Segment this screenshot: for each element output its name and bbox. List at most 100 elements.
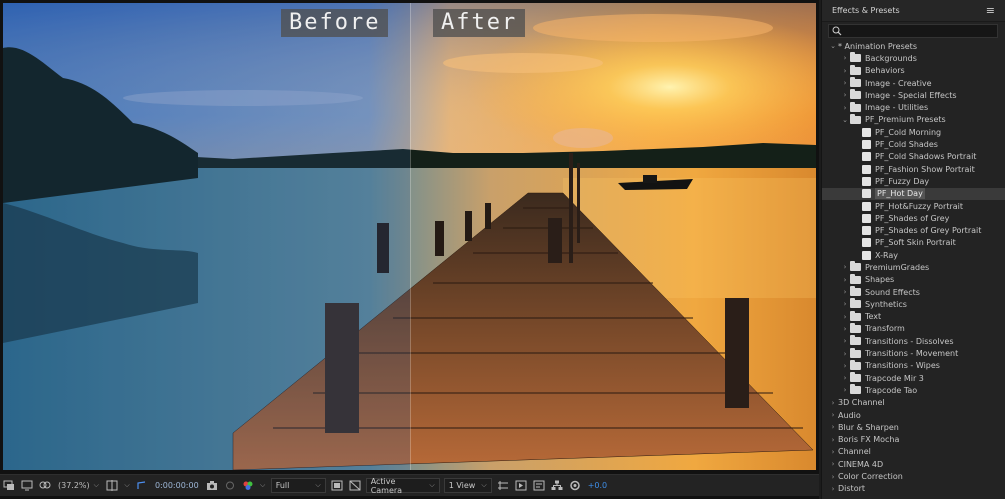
collapsed-triangle-icon[interactable]: › [840,362,850,370]
folder-item[interactable]: › Image - Special Effects [822,89,1005,101]
hamburger-menu-icon[interactable]: ≡ [986,4,995,17]
folder-item[interactable]: › Sound Effects [822,286,1005,298]
safe-margins-icon[interactable] [105,478,119,494]
preset-item[interactable]: PF_Fuzzy Day [822,175,1005,187]
preset-item[interactable]: PF_Soft Skin Portrait [822,237,1005,249]
monitor-icon[interactable] [20,478,34,494]
folder-item[interactable]: ⌄ PF_Premium Presets [822,113,1005,126]
current-time-display[interactable]: 0:00:00:00 [153,478,201,494]
preset-item[interactable]: PF_Fashion Show Portrait [822,163,1005,175]
category-item[interactable]: › Boris FX Mocha [822,434,1005,446]
collapsed-triangle-icon[interactable]: › [840,288,850,296]
toggle-pixel-aspect-icon[interactable] [496,478,510,494]
animation-preset-icon [862,250,871,260]
collapsed-triangle-icon[interactable]: › [828,399,838,407]
collapsed-triangle-icon[interactable]: › [840,263,850,271]
collapsed-triangle-icon[interactable]: › [828,423,838,431]
collapsed-triangle-icon[interactable]: › [840,276,850,284]
chevron-down-icon[interactable]: ⌵ [123,478,131,494]
tree-item-label: PF_Hot&Fuzzy Portrait [875,201,964,211]
composition-frame[interactable]: Before After [3,3,816,470]
collapsed-triangle-icon[interactable]: › [840,337,850,345]
preset-item[interactable]: PF_Cold Shadows Portrait [822,151,1005,163]
folder-item[interactable]: › Trapcode Mir 3 [822,372,1005,384]
search-box[interactable] [828,24,998,38]
collapsed-triangle-icon[interactable]: › [828,411,838,419]
collapsed-triangle-icon[interactable]: › [828,485,838,493]
folder-item[interactable]: › Synthetics [822,298,1005,310]
category-item[interactable]: ⌄ * Animation Presets [822,40,1005,52]
category-item[interactable]: › CINEMA 4D [822,458,1005,470]
folder-item[interactable]: › Transform [822,322,1005,335]
mask-path-icon[interactable] [135,478,149,494]
category-item[interactable]: › Distort [822,483,1005,495]
mask-visibility-icon[interactable] [38,478,52,494]
timeline-icon[interactable] [532,478,546,494]
region-of-interest-icon[interactable] [330,478,344,494]
zoom-level-dropdown[interactable]: (37.2%) ⌵ [56,478,101,494]
always-preview-icon[interactable] [2,478,16,494]
category-item[interactable]: › Channel [822,446,1005,458]
chevron-down-icon[interactable]: ⌵ [259,478,267,494]
flowchart-icon[interactable] [550,478,564,494]
animation-preset-icon [862,201,871,211]
preset-item[interactable]: PF_Cold Shades [822,138,1005,150]
collapsed-triangle-icon[interactable]: › [840,79,850,87]
preset-item[interactable]: X-Ray [822,249,1005,261]
transparency-grid-icon[interactable] [348,478,362,494]
collapsed-triangle-icon[interactable]: › [840,350,850,358]
category-item[interactable]: › Audio [822,409,1005,421]
collapsed-triangle-icon[interactable]: › [840,104,850,112]
folder-item[interactable]: › Text [822,310,1005,323]
folder-item[interactable]: › Behaviors [822,64,1005,77]
search-input[interactable] [845,26,985,36]
folder-item[interactable]: › Transitions - Dissolves [822,335,1005,347]
category-item[interactable]: › 3D Channel [822,397,1005,409]
collapsed-triangle-icon[interactable]: › [840,386,850,394]
folder-item[interactable]: › Trapcode Tao [822,384,1005,396]
show-snapshot-icon[interactable] [223,478,237,494]
reset-exposure-icon[interactable] [568,478,582,494]
collapsed-triangle-icon[interactable]: › [840,300,850,308]
collapsed-triangle-icon[interactable]: › [840,374,850,382]
collapsed-triangle-icon[interactable]: › [840,91,850,99]
channel-rgb-icon[interactable] [241,478,255,494]
folder-item[interactable]: › Image - Utilities [822,101,1005,113]
folder-icon [850,359,861,370]
tree-item-label: Boris FX Mocha [838,435,900,445]
fast-previews-icon[interactable] [514,478,528,494]
folder-item[interactable]: › Transitions - Wipes [822,359,1005,372]
preset-item[interactable]: PF_Cold Morning [822,126,1005,138]
snapshot-camera-icon[interactable] [205,478,219,494]
folder-item[interactable]: › Image - Creative [822,77,1005,89]
folder-icon [850,113,861,124]
collapsed-triangle-icon[interactable]: › [840,325,850,333]
preset-item[interactable]: PF_Hot Day [822,187,1005,200]
category-item[interactable]: › Color Correction [822,470,1005,482]
camera-view-dropdown[interactable]: Active Camera ⌵ [365,477,440,495]
category-item[interactable]: › Blur & Sharpen [822,421,1005,433]
collapsed-triangle-icon[interactable]: › [828,448,838,456]
collapsed-triangle-icon[interactable]: › [828,473,838,481]
exposure-value[interactable]: +0.0 [586,478,609,494]
collapsed-triangle-icon[interactable]: › [828,436,838,444]
folder-item[interactable]: › Transitions - Movement [822,347,1005,359]
view-layout-dropdown[interactable]: 1 View ⌵ [443,478,492,493]
collapsed-triangle-icon[interactable]: › [840,67,850,75]
resolution-dropdown[interactable]: Full ⌵ [270,478,326,493]
chevron-down-icon: ⌵ [315,481,321,489]
collapsed-triangle-icon[interactable]: › [840,54,850,62]
folder-item[interactable]: › Shapes [822,273,1005,286]
preset-item[interactable]: PF_Shades of Grey [822,212,1005,224]
folder-item[interactable]: › Backgrounds [822,52,1005,64]
before-after-split-handle[interactable] [410,3,411,470]
expanded-triangle-icon[interactable]: ⌄ [840,116,850,124]
composition-viewer[interactable]: Before After (37.2%) ⌵ ⌵ 0:00:00:00 ⌵ Fu… [0,0,819,499]
expanded-triangle-icon[interactable]: ⌄ [828,42,838,50]
zoom-level-value: (37.2%) [58,481,90,490]
preset-item[interactable]: PF_Hot&Fuzzy Portrait [822,200,1005,212]
collapsed-triangle-icon[interactable]: › [840,313,850,321]
preset-item[interactable]: PF_Shades of Grey Portrait [822,224,1005,236]
folder-item[interactable]: › PremiumGrades [822,261,1005,273]
collapsed-triangle-icon[interactable]: › [828,460,838,468]
